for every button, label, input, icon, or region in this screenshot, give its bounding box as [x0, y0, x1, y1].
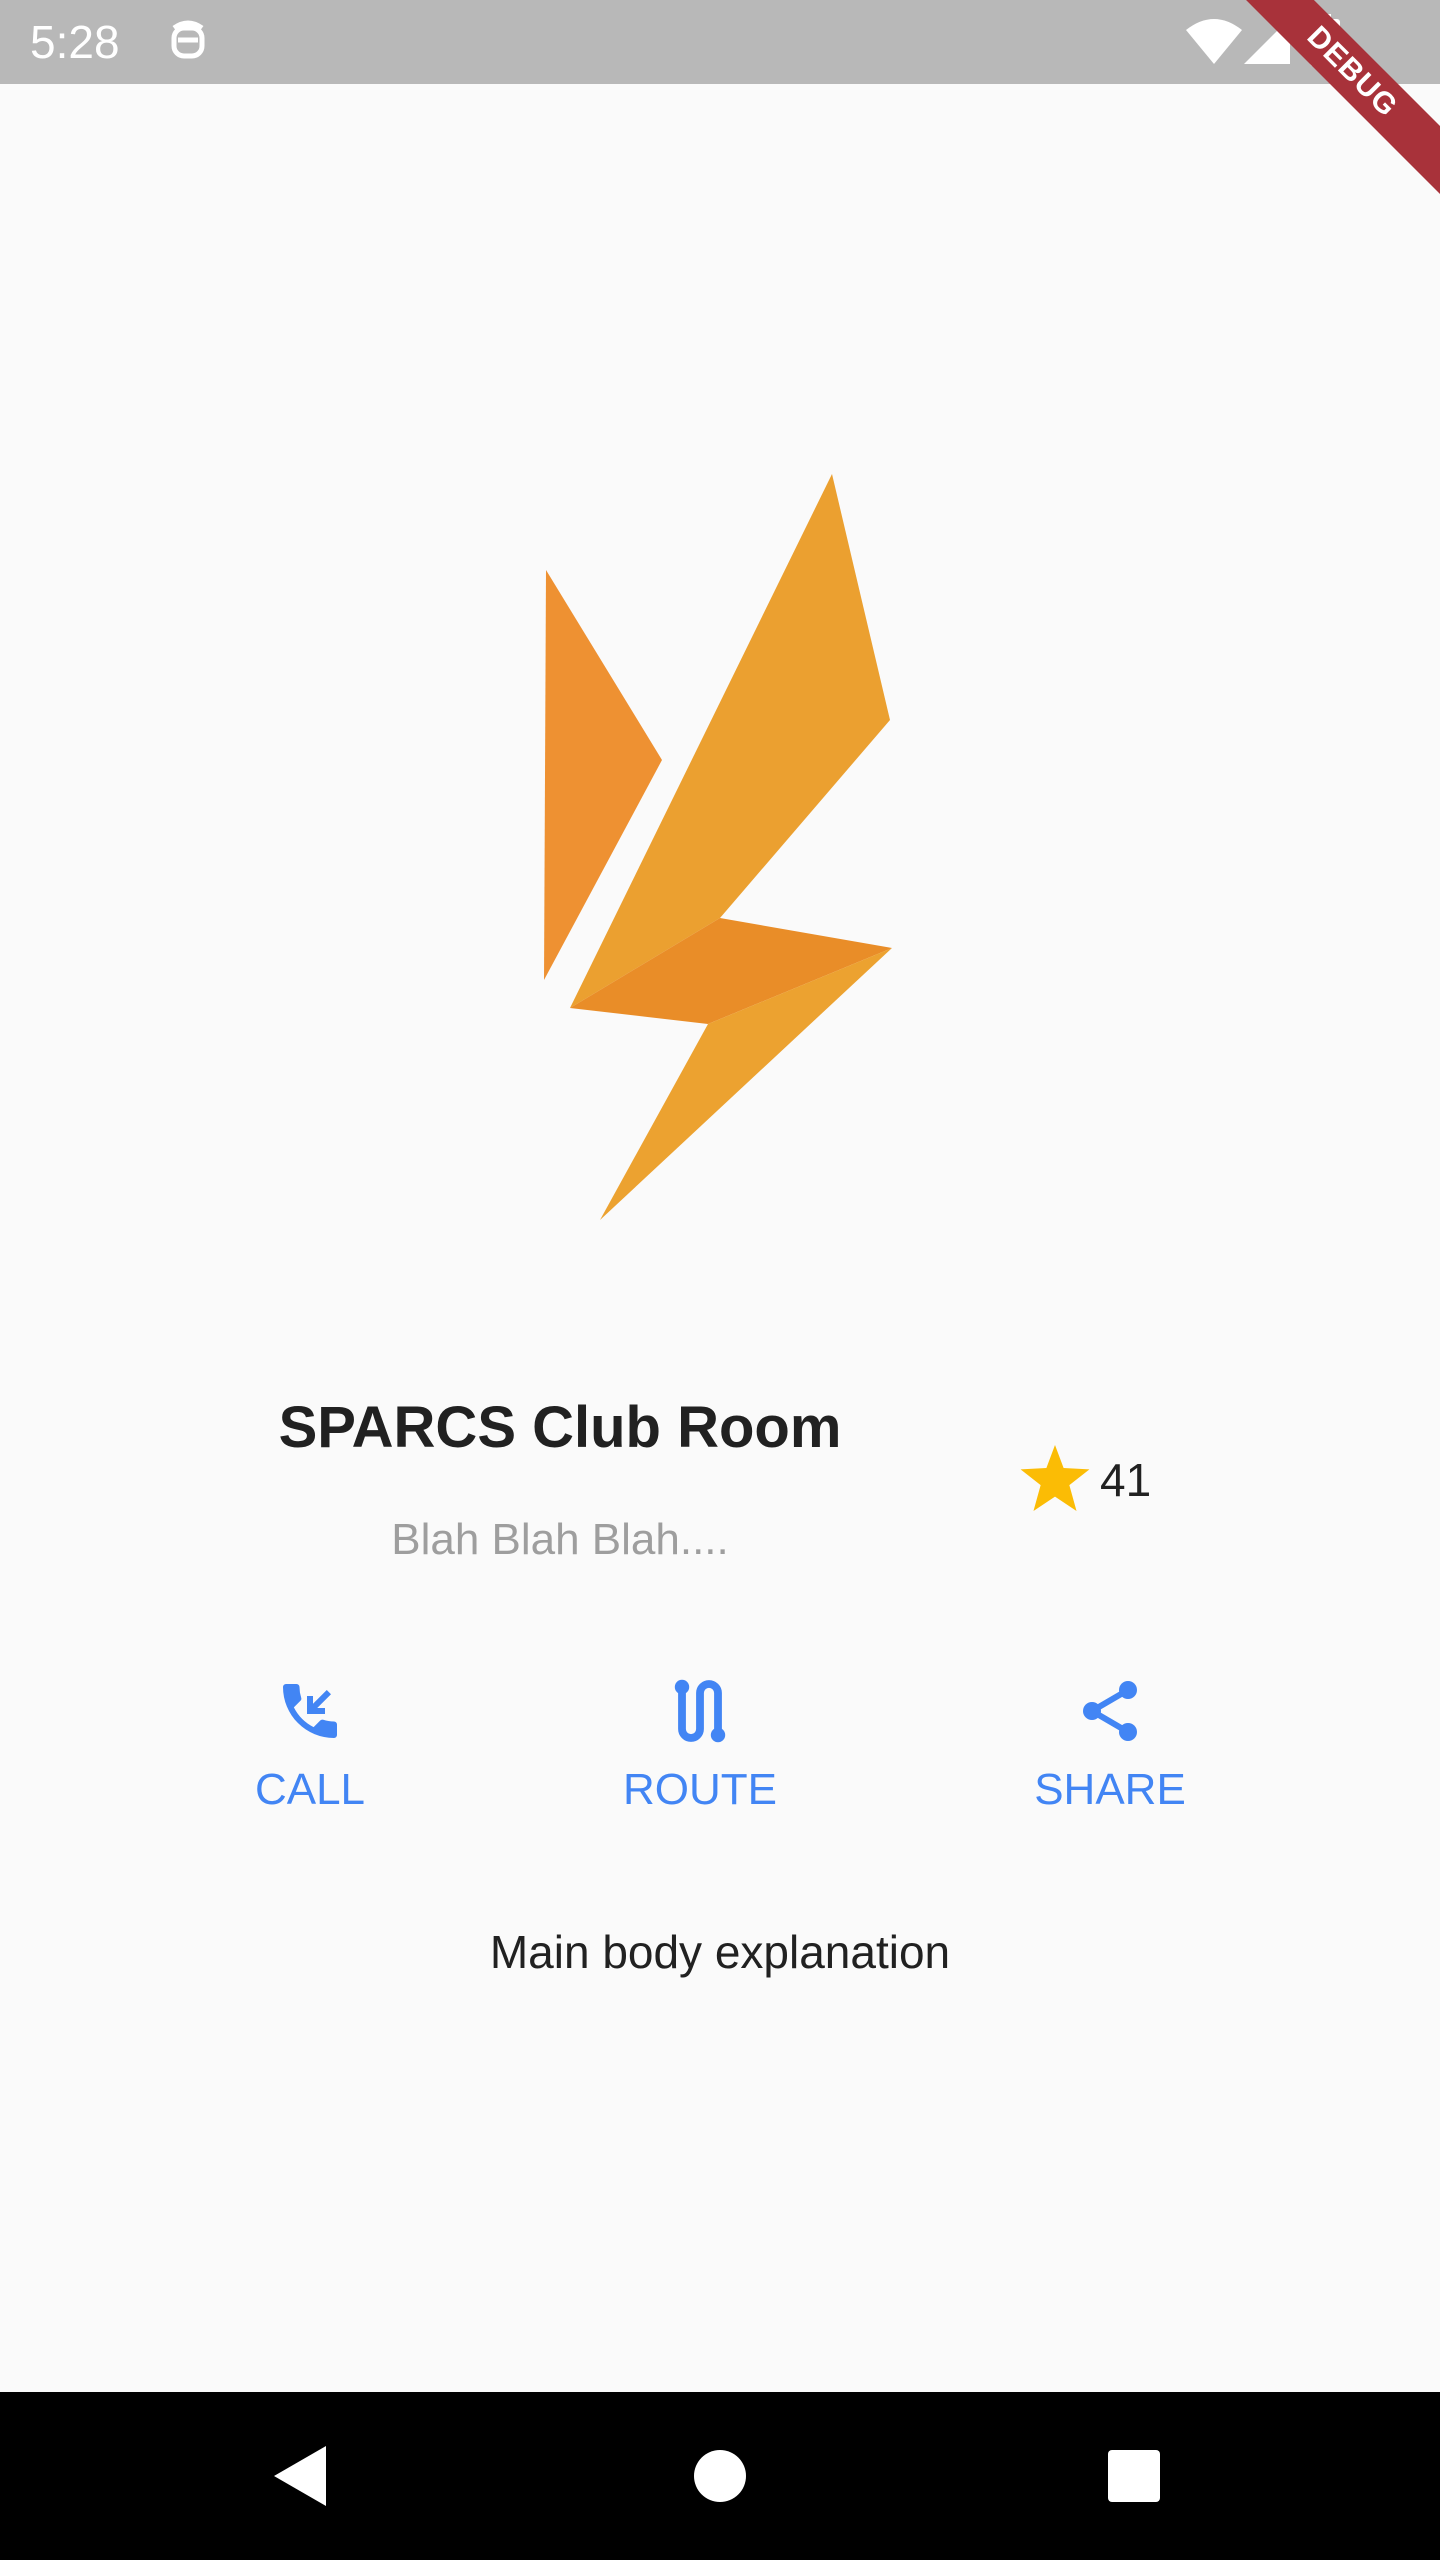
- call-label: CALL: [254, 1765, 366, 1814]
- back-icon[interactable]: [260, 2436, 340, 2516]
- call-button[interactable]: CALL: [180, 1675, 440, 1825]
- phone-icon: [274, 1675, 346, 1752]
- wifi-icon: [1186, 18, 1242, 69]
- route-label: ROUTE: [623, 1765, 777, 1814]
- route-button[interactable]: ROUTE: [570, 1675, 830, 1825]
- rating[interactable]: 41: [1020, 1440, 1151, 1520]
- app-screen: 5:28 DEBUG SPARCS Club Room Blah Blah Bl…: [0, 0, 1440, 2560]
- navigation-bar: [0, 2392, 1440, 2560]
- notification-app-icon: [168, 14, 208, 71]
- place-title: SPARCS Club Room: [278, 1395, 842, 1460]
- rating-count: 41: [1100, 1454, 1152, 1506]
- body-explanation: Main body explanation: [489, 1926, 951, 1978]
- status-time: 5:28: [30, 16, 120, 68]
- share-icon: [1074, 1675, 1146, 1752]
- place-subtitle: Blah Blah Blah....: [391, 1515, 729, 1564]
- home-icon[interactable]: [680, 2436, 760, 2516]
- star-icon: [1020, 1444, 1090, 1516]
- signal-icon: [1244, 18, 1290, 69]
- battery-icon: [1310, 14, 1340, 71]
- status-bar: 5:28: [0, 0, 1440, 84]
- sparcs-logo: [520, 460, 920, 1240]
- route-icon: [664, 1675, 736, 1752]
- recents-icon[interactable]: [1094, 2436, 1174, 2516]
- share-button[interactable]: SHARE: [980, 1675, 1240, 1825]
- share-label: SHARE: [1034, 1765, 1186, 1814]
